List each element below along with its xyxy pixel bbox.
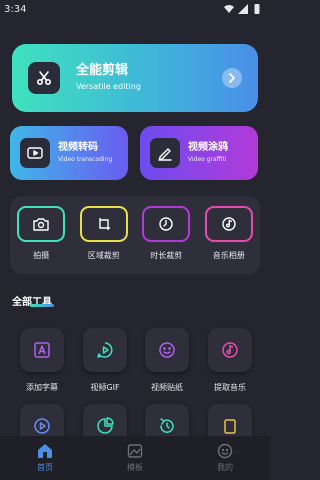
video-gif-button[interactable] [83, 328, 127, 372]
rotate-icon [160, 418, 174, 433]
grid-label: 添加字幕 [26, 383, 58, 392]
section-underline [30, 304, 54, 307]
grid-label: 视频贴纸 [151, 383, 183, 392]
scissors-icon [28, 62, 60, 94]
profile-icon [217, 443, 233, 459]
sticker-icon [159, 342, 175, 358]
status-icons [224, 4, 262, 14]
tool-shoot[interactable]: 拍摄 [11, 206, 71, 261]
home-icon [38, 444, 52, 458]
status-bar: 3:34 [0, 0, 270, 18]
gif-play-icon [97, 342, 113, 358]
tool-label: 拍摄 [33, 251, 50, 260]
extract-music-button[interactable] [208, 328, 252, 372]
camera-icon [17, 206, 66, 242]
video-sticker-button[interactable] [145, 328, 189, 372]
hero-title: 全能剪辑 [76, 63, 129, 78]
video-graffiti-card[interactable]: 视频涂鸦 Video graffiti [140, 126, 258, 180]
nav-profile[interactable]: 我的 [195, 443, 255, 473]
battery-icon [254, 4, 260, 14]
crop-icon [79, 206, 128, 242]
tool-label: 时长裁剪 [150, 251, 183, 260]
tool-label: 区域裁剪 [87, 251, 120, 260]
nav-home[interactable]: 首页 [15, 443, 75, 473]
tool-music-album[interactable]: 音乐相册 [199, 206, 259, 261]
quick-tools-panel: 拍摄 区域裁剪 时长裁剪 音乐相册 [10, 196, 260, 274]
pie-chart-icon [97, 417, 114, 434]
card-title: 视频涂鸦 [188, 142, 228, 153]
pen-icon [150, 138, 180, 168]
add-subtitle-button[interactable] [20, 328, 64, 372]
versatile-editing-card[interactable]: 全能剪辑 Versatile editing [12, 44, 258, 112]
tool-duration-crop[interactable]: 时长裁剪 [136, 206, 196, 261]
status-time: 3:34 [4, 3, 27, 15]
card-title: 视频转码 [58, 142, 98, 153]
grid-label: 提取音乐 [214, 383, 246, 392]
nav-label: 我的 [217, 463, 233, 472]
chevron-right-icon[interactable] [222, 68, 242, 88]
card-subtitle: Video graffiti [188, 156, 227, 163]
nav-label: 模板 [127, 463, 143, 472]
signal-icon [238, 4, 248, 14]
nav-label: 首页 [37, 463, 53, 472]
tool-region-crop[interactable]: 区域裁剪 [74, 206, 134, 261]
clock-icon [142, 206, 191, 242]
video-transcoding-card[interactable]: 视频转码 Video transcoding [10, 126, 128, 180]
grid-label: 视频GIF [90, 383, 120, 392]
video-transcode-icon [20, 138, 50, 168]
music-disc-icon [204, 206, 253, 242]
bottom-nav: 首页 模板 我的 [0, 436, 270, 480]
nav-template[interactable]: 模板 [105, 443, 165, 473]
card-subtitle: Video transcoding [58, 156, 113, 163]
template-icon [127, 444, 143, 458]
hero-subtitle: Versatile editing [76, 82, 141, 91]
wifi-icon [224, 5, 234, 13]
tool-label: 音乐相册 [212, 251, 245, 260]
frame-icon [224, 419, 236, 434]
extract-music-icon [222, 342, 238, 358]
subtitle-icon [34, 342, 50, 358]
video-speed-icon [34, 418, 50, 434]
